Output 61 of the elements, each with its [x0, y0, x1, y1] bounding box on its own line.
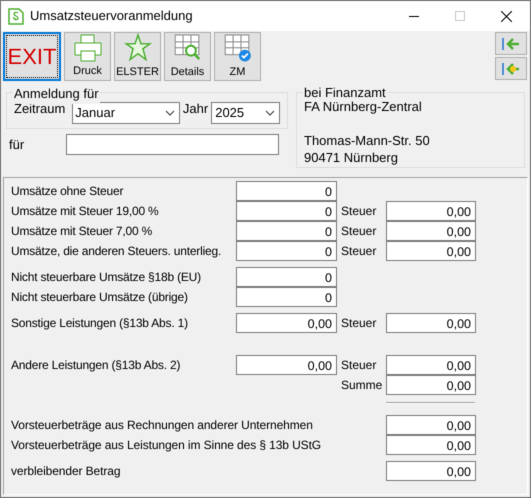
office-address-line: Thomas-Mann-Str. 50 [304, 132, 431, 149]
field-label: Zeitraum [14, 100, 66, 118]
tax-label: Steuer [340, 315, 378, 332]
amount-field[interactable]: 0,00 [386, 415, 476, 435]
app-icon [8, 8, 24, 24]
amount-field[interactable]: 0 [236, 201, 337, 221]
printer-icon [72, 34, 102, 62]
back-cancel-button[interactable] [495, 57, 527, 80]
amount-field[interactable]: 0 [236, 267, 337, 287]
amount-field[interactable]: 0,00 [386, 435, 476, 455]
star-icon [122, 33, 152, 62]
arrow-left-icon [501, 36, 521, 50]
exit-button[interactable]: EXIT [3, 32, 61, 81]
tax-field[interactable]: 0,00 [386, 201, 476, 221]
toolbar-button[interactable]: ZM [214, 32, 261, 81]
tax-field[interactable]: 0,00 [386, 221, 476, 241]
row-label: Vorsteuerbeträge aus Leistungen im Sinne des § 13b UStG [11, 437, 322, 454]
tax-field[interactable]: 0,00 [386, 355, 476, 375]
year-dropdown[interactable]: 2025 [211, 102, 280, 124]
row-label: Nicht steuerbare Umsätze §18b (EU) [11, 269, 202, 286]
office-address-line: 90471 Nürnberg [304, 149, 399, 166]
amount-field[interactable]: 0,00 [236, 355, 337, 375]
tax-field[interactable]: 0,00 [386, 375, 476, 395]
name-input[interactable] [66, 134, 279, 155]
table-check-icon [222, 33, 252, 62]
row-label: Nicht steuerbare Umsätze (übrige) [11, 289, 189, 306]
row-label: Umsätze mit Steuer 7,00 % [11, 223, 154, 240]
field-label: für [8, 136, 26, 154]
row-label: Umsätze ohne Steuer [11, 183, 124, 200]
toolbar-button[interactable]: ELSTER [114, 32, 161, 81]
chevron-down-icon [164, 110, 175, 116]
tax-label: Steuer [340, 357, 378, 374]
tax-label: Steuer [340, 243, 378, 260]
table-search-icon [172, 33, 202, 62]
field-label: Jahr [182, 100, 208, 118]
amount-field[interactable]: 0 [236, 181, 337, 201]
window-title: Umsatzsteuervoranmeldung [30, 7, 194, 26]
amount-field[interactable]: 0 [236, 221, 337, 241]
row-label: Umsätze, die anderen Steuers. unterlieg. [11, 243, 222, 260]
row-label: Andere Leistungen (§13b Abs. 2) [11, 357, 182, 374]
tax-field[interactable]: 0,00 [386, 241, 476, 261]
row-label: Umsätze mit Steuer 19,00 % [11, 203, 160, 220]
row-label: Vorsteuerbeträge aus Rechnungen anderer Unternehmen [11, 417, 314, 434]
row-label: Sonstige Leistungen (§13b Abs. 1) [11, 315, 189, 332]
amount-field[interactable]: 0 [236, 241, 337, 261]
toolbar-button[interactable]: Druck [64, 32, 111, 81]
amount-field[interactable]: 0 [236, 287, 337, 307]
tax-label: Steuer [340, 203, 378, 220]
office-name: FA Nürnberg-Zentral [304, 98, 423, 115]
close-button[interactable] [501, 10, 512, 22]
amount-field[interactable]: 0,00 [236, 313, 337, 333]
tax-label: Summe [340, 377, 384, 394]
toolbar-button[interactable]: Details [164, 32, 211, 81]
row-label: verbleibender Betrag [11, 463, 122, 480]
arrow-left-cross-icon [501, 62, 521, 76]
back-button[interactable] [495, 32, 527, 55]
amount-field[interactable]: 0,00 [386, 461, 476, 481]
month-dropdown[interactable]: Januar [72, 102, 180, 124]
tax-label: Steuer [340, 223, 378, 240]
chevron-down-icon [265, 110, 275, 116]
tax-field[interactable]: 0,00 [386, 313, 476, 333]
